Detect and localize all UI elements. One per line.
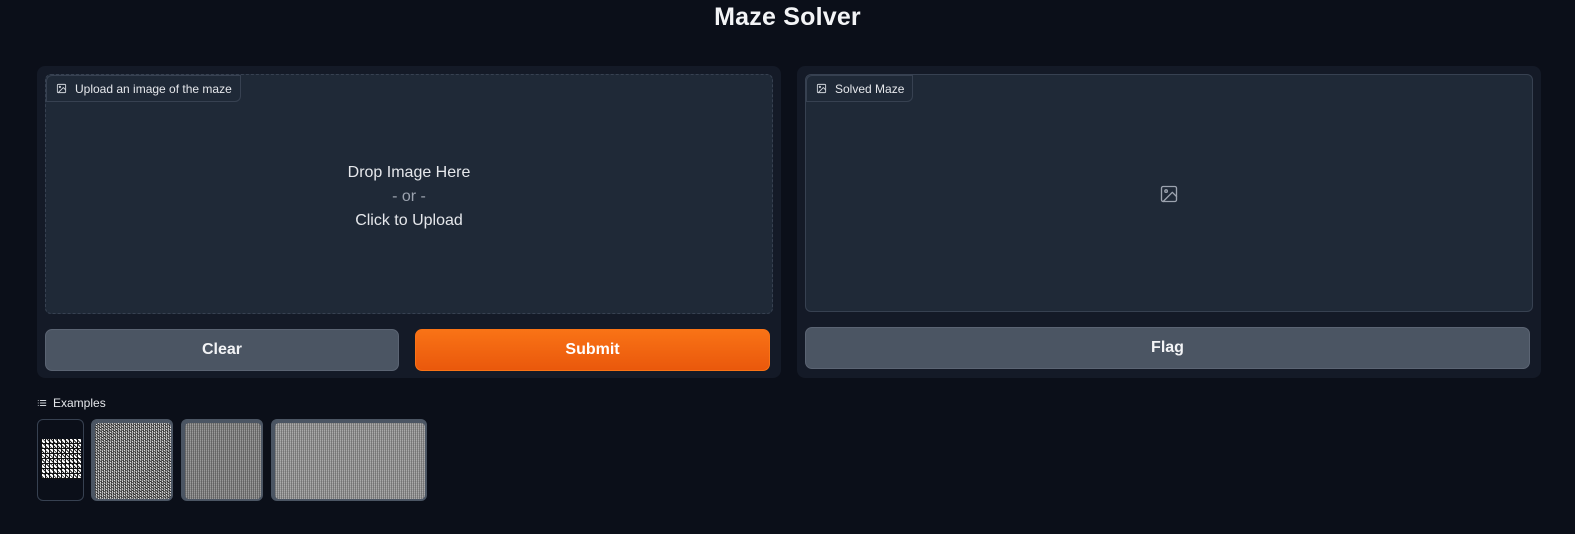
example-thumbnail-2[interactable] xyxy=(91,419,173,501)
clear-button[interactable]: Clear xyxy=(45,329,399,371)
maze-thumbnail-image xyxy=(95,423,171,499)
image-upload-dropzone[interactable]: Upload an image of the maze Drop Image H… xyxy=(45,74,773,314)
or-separator: - or - xyxy=(392,188,426,205)
input-panel: Upload an image of the maze Drop Image H… xyxy=(37,66,781,378)
flag-button[interactable]: Flag xyxy=(805,327,1530,369)
drop-image-text: Drop Image Here xyxy=(347,164,471,181)
maze-thumbnail-image xyxy=(185,423,261,499)
list-icon xyxy=(37,400,47,406)
submit-button[interactable]: Submit xyxy=(415,329,770,371)
drop-instructions: Drop Image Here - or - Click to Upload xyxy=(46,161,772,233)
examples-header: Examples xyxy=(37,396,106,410)
app-page: Maze Solver Upload an image of the maze … xyxy=(0,0,1575,534)
examples-label: Examples xyxy=(53,396,106,410)
solved-maze-output: Solved Maze xyxy=(805,74,1533,312)
image-icon xyxy=(56,83,67,94)
input-image-label-text: Upload an image of the maze xyxy=(75,81,232,96)
maze-thumbnail-image xyxy=(275,423,425,499)
example-thumbnail-4[interactable] xyxy=(271,419,427,501)
image-icon xyxy=(816,83,827,94)
output-panel: Solved Maze Flag xyxy=(797,66,1541,378)
output-image-label: Solved Maze xyxy=(806,75,914,102)
example-thumbnail-3[interactable] xyxy=(181,419,263,501)
example-thumbnail-1[interactable] xyxy=(37,419,84,501)
image-placeholder-icon xyxy=(1160,185,1178,203)
maze-thumbnail-image xyxy=(41,439,81,479)
input-image-label: Upload an image of the maze xyxy=(46,75,241,102)
click-to-upload-text: Click to Upload xyxy=(355,212,463,229)
output-image-label-text: Solved Maze xyxy=(835,81,905,96)
page-title: Maze Solver xyxy=(714,3,861,31)
